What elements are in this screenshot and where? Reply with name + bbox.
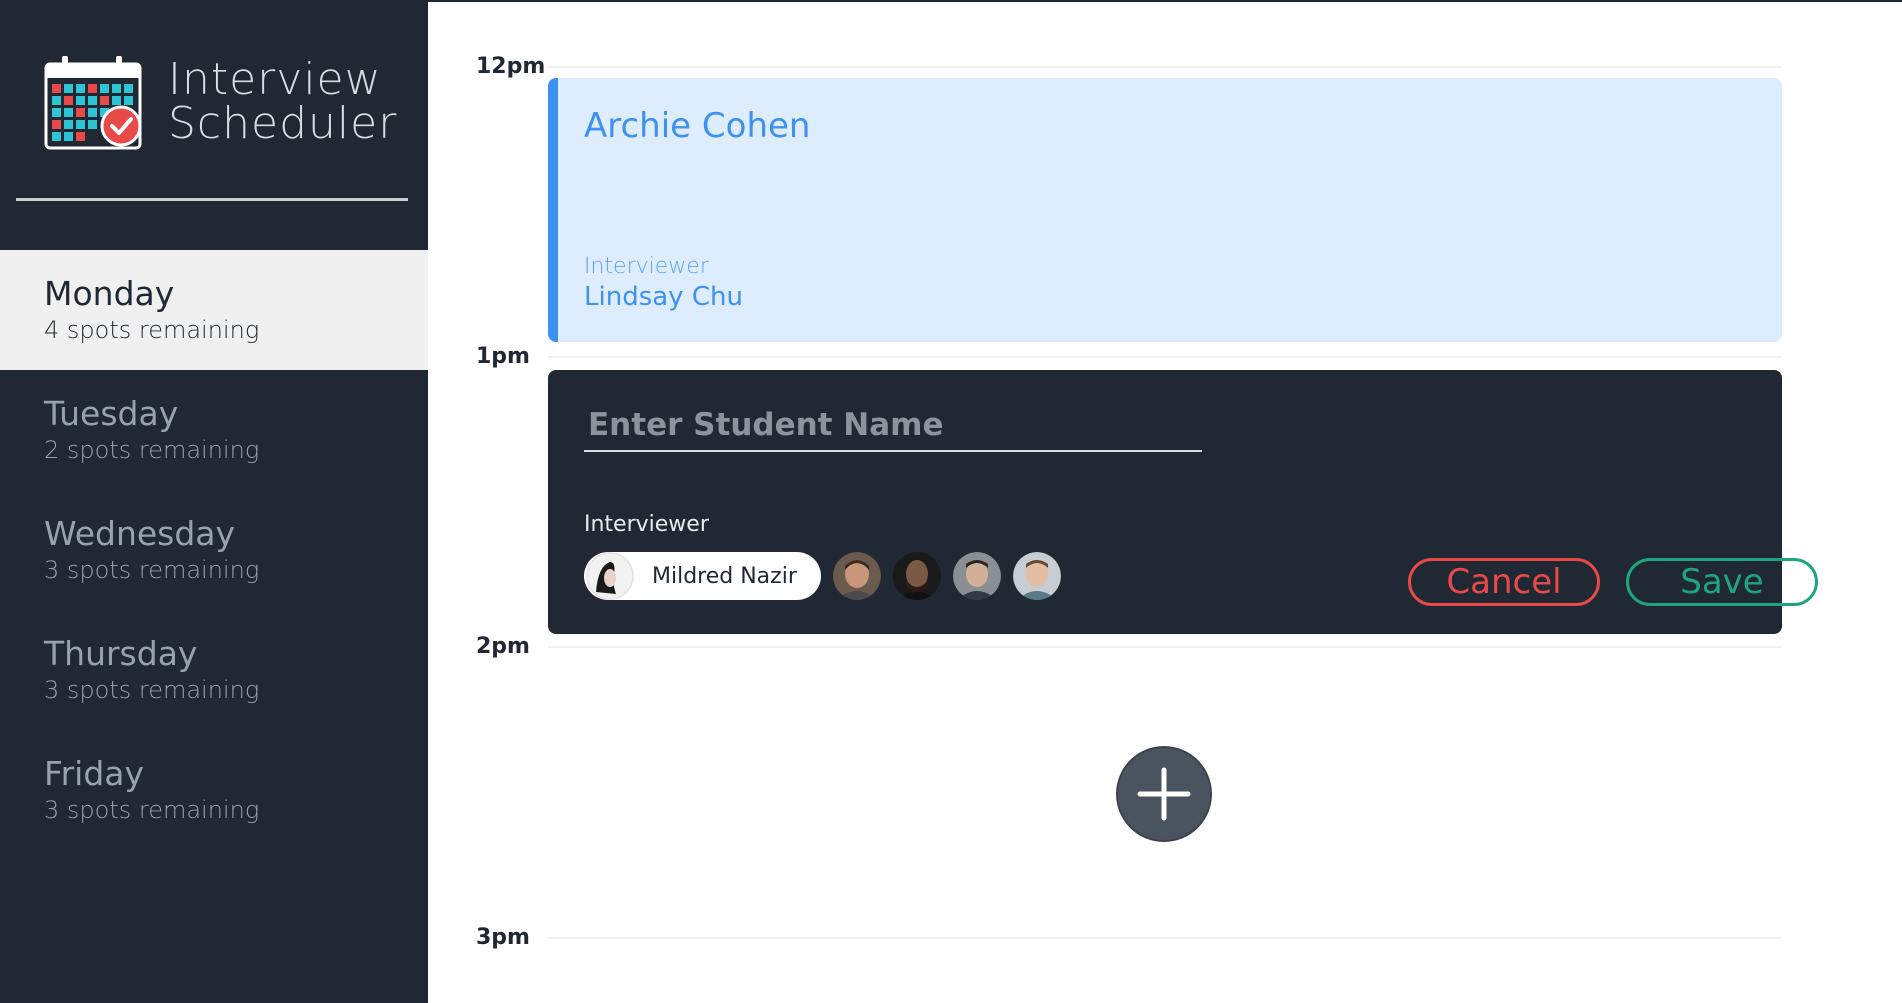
day-item-thursday[interactable]: Thursday 3 spots remaining — [0, 610, 428, 730]
appointment-interviewer-name: Lindsay Chu — [584, 282, 743, 312]
appointment-form: Interviewer Mildred Nazir — [548, 370, 1818, 634]
cancel-button[interactable]: Cancel — [1408, 558, 1600, 606]
time-divider — [548, 646, 1782, 648]
day-item-friday[interactable]: Friday 3 spots remaining — [0, 730, 428, 850]
booked-appointment[interactable]: Archie Cohen Interviewer Lindsay Chu — [548, 78, 1782, 342]
interviewer-name: Mildred Nazir — [652, 563, 797, 589]
interviewer-item-selected[interactable]: Mildred Nazir — [584, 552, 821, 600]
day-spots: 2 spots remaining — [44, 436, 260, 464]
app-root: Interview Scheduler Monday 4 spots remai… — [0, 0, 1902, 1003]
sidebar-divider — [16, 198, 408, 201]
day-name: Wednesday — [44, 514, 236, 553]
day-item-monday[interactable]: Monday 4 spots remaining — [0, 250, 428, 370]
time-slot-3pm: 3pm — [428, 923, 1902, 953]
time-divider — [548, 356, 1782, 358]
interviewer-avatar-2[interactable] — [832, 552, 881, 600]
time-slot-2pm: 2pm — [428, 632, 1902, 662]
time-slot-1pm: 1pm — [428, 342, 1902, 372]
day-list: Monday 4 spots remaining Tuesday 2 spots… — [0, 250, 428, 850]
add-appointment-button[interactable] — [1116, 746, 1212, 842]
app-title-line2: Scheduler — [168, 98, 398, 149]
time-label: 2pm — [476, 634, 530, 659]
save-button[interactable]: Save — [1626, 558, 1818, 606]
day-name: Monday — [44, 274, 175, 313]
time-divider — [548, 66, 1782, 68]
student-name-input[interactable] — [584, 400, 1202, 452]
time-label: 1pm — [476, 344, 530, 369]
app-title-line1: Interview — [168, 54, 382, 105]
avatar — [586, 552, 634, 600]
day-spots: 3 spots remaining — [44, 796, 260, 824]
day-name: Friday — [44, 754, 145, 793]
day-spots: 3 spots remaining — [44, 676, 260, 704]
time-label: 3pm — [476, 925, 530, 950]
plus-icon — [1137, 767, 1191, 821]
appointment-student-name: Archie Cohen — [584, 106, 811, 146]
interviewer-avatar-5[interactable] — [1012, 552, 1061, 600]
app-title: Interview Scheduler — [168, 58, 397, 146]
day-name: Tuesday — [44, 394, 179, 433]
interviewer-list: Mildred Nazir — [584, 552, 1073, 600]
day-item-wednesday[interactable]: Wednesday 3 spots remaining — [0, 490, 428, 610]
interviewer-avatar-3[interactable] — [892, 552, 941, 600]
appointment-interviewer-label: Interviewer — [584, 254, 709, 279]
sidebar: Interview Scheduler Monday 4 spots remai… — [0, 2, 428, 1003]
time-label: 12pm — [476, 54, 546, 79]
day-item-tuesday[interactable]: Tuesday 2 spots remaining — [0, 370, 428, 490]
brand: Interview Scheduler — [44, 56, 396, 156]
day-name: Thursday — [44, 634, 198, 673]
interviewer-list-label: Interviewer — [584, 512, 709, 537]
interviewer-avatar-4[interactable] — [952, 552, 1001, 600]
day-spots: 3 spots remaining — [44, 556, 260, 584]
day-spots: 4 spots remaining — [44, 316, 260, 344]
calendar-check-icon — [44, 56, 142, 150]
schedule: 12pm 1pm 2pm 3pm Archie Cohen Interviewe… — [428, 2, 1902, 1003]
time-divider — [548, 937, 1782, 939]
